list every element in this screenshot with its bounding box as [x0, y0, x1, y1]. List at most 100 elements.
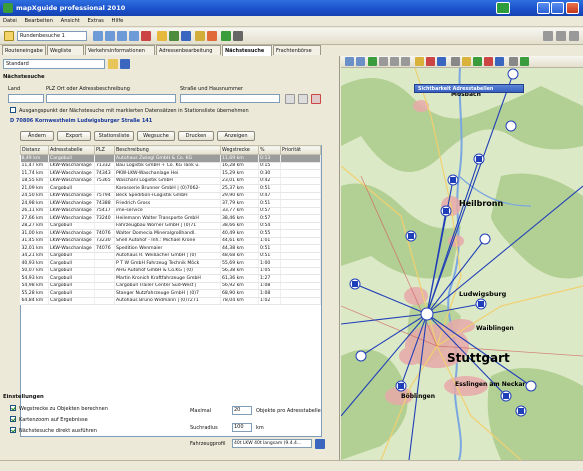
map-extra-icon[interactable] [520, 57, 529, 66]
column-header[interactable]: Priorität [280, 145, 321, 155]
map-zoom-checkbox[interactable] [10, 416, 16, 422]
minimize-button[interactable] [537, 2, 550, 14]
table-row[interactable]: 54,98 km Cargobull Cargobull Trailer Cente… [20, 282, 321, 290]
save-icon[interactable] [181, 31, 191, 41]
close-button[interactable] [566, 2, 579, 14]
table-row[interactable]: 31,45 km LKW-Waschanlage 73230 Shell Autoho… [20, 237, 321, 245]
delete-icon[interactable] [141, 31, 151, 41]
map-marker[interactable] [507, 68, 519, 80]
refresh-map-icon[interactable] [368, 57, 377, 66]
table-row[interactable]: 50,07 km Cargobull AHG Autohof GmbH & Co.K… [20, 267, 321, 275]
map-canvas[interactable]: Mosbach Heilbronn Ludwigsburg Waiblingen… [341, 56, 583, 460]
zoom-in-icon[interactable] [345, 57, 354, 66]
gps-icon[interactable] [221, 31, 231, 41]
table-row[interactable]: 40,93 km Cargobull P T W GmbH Fahrzeug Tec… [20, 259, 321, 268]
open-icon[interactable] [4, 31, 14, 41]
table-row[interactable]: 11,47 km LKW-Waschanlage 71332 Bau Logistik… [20, 162, 321, 170]
menu-extras[interactable]: Extras [84, 16, 106, 26]
direct-search-checkbox[interactable] [10, 427, 16, 433]
traffic-icon[interactable] [473, 57, 482, 66]
table-row[interactable]: 24,50 km LKW-Waschanlage 75794 Beck Spediti… [20, 192, 321, 200]
tab-frachtenboerse[interactable]: Frachtenbörse [273, 45, 321, 55]
table-row[interactable]: 28,27 km Cargobull Fahrzeugbau Wörner GmbH… [20, 222, 321, 230]
nav-last-icon[interactable] [556, 31, 566, 41]
truck-icon[interactable] [315, 439, 325, 449]
table-row[interactable]: 21,09 km Cargobull Karosserie Brunner GmbH… [20, 184, 321, 193]
plz-input[interactable] [46, 94, 176, 103]
help-icon[interactable] [233, 31, 243, 41]
settings-icon[interactable] [207, 31, 217, 41]
drucken-button[interactable]: Drucken [178, 131, 214, 141]
online-status-icon[interactable] [496, 2, 510, 14]
menu-bearbeiten[interactable]: Bearbeiten [22, 16, 57, 26]
last-icon[interactable] [129, 31, 139, 41]
route-combo[interactable]: Rundenbesuche 1 [17, 31, 87, 41]
measure-icon[interactable] [415, 57, 424, 66]
table-row[interactable]: 31,00 km LKW-Waschanlage 74076 Walter Domec… [20, 229, 321, 238]
toolbar-more-icon[interactable] [569, 31, 579, 41]
first-icon[interactable] [117, 31, 127, 41]
export-button[interactable]: Export [57, 131, 91, 141]
visibility-panel-title[interactable]: Sichtbarkeit Adresstabellen [414, 84, 524, 93]
wegsuche-button[interactable]: Wegsuche [137, 131, 175, 141]
clear-icon[interactable] [311, 94, 321, 104]
street-input[interactable] [180, 94, 280, 103]
zoom-out-icon[interactable] [356, 57, 365, 66]
profile-combo[interactable]: Standard [3, 59, 105, 69]
nav-first-icon[interactable] [543, 31, 553, 41]
calc-icon[interactable] [169, 31, 179, 41]
column-header[interactable]: % [258, 145, 281, 155]
poi-icon[interactable] [462, 57, 471, 66]
map-delete-icon[interactable] [426, 57, 435, 66]
calc-distance-checkbox[interactable] [10, 405, 16, 411]
tab-naechstesuche[interactable]: Nächstesuche [222, 45, 272, 56]
info-icon[interactable] [495, 57, 504, 66]
menu-hilfe[interactable]: Hilfe [109, 16, 127, 26]
anzeigen-button[interactable]: Anzeigen [217, 131, 255, 141]
tool-icon[interactable] [195, 31, 205, 41]
table-row[interactable]: 8,49 km Cargobull Autohaus Zwiegl GmbH & C… [20, 154, 321, 163]
table-row[interactable]: 32,01 km LKW-Waschanlage 74076 Spedition We… [20, 244, 321, 253]
table-row[interactable]: 27,66 km LKW-Waschanlage 73240 Heilemann Wa… [20, 214, 321, 223]
binoculars-icon[interactable] [298, 94, 308, 104]
map-back-icon[interactable] [390, 57, 399, 66]
column-header[interactable]: Wegstrecke [220, 145, 259, 155]
table-row[interactable]: 54,93 km Cargobull Martin Kronich Kraftfah… [20, 274, 321, 283]
menu-datei[interactable]: Datei [0, 16, 20, 26]
column-header[interactable]: PLZ [94, 145, 115, 155]
tab-adressenbearbeitung[interactable]: Adressenbearbeitung [156, 45, 221, 55]
column-header[interactable]: Beschreibung [114, 145, 221, 155]
menu-ansicht[interactable]: Ansicht [58, 16, 83, 26]
table-row[interactable]: 34,21 km Cargobull Autohaus R. Weißacher G… [20, 252, 321, 260]
map-forward-icon[interactable] [401, 57, 410, 66]
profile-options-icon[interactable] [120, 59, 130, 69]
maximize-button[interactable] [551, 2, 564, 14]
table-row[interactable]: 55,28 km Cargobull Stanger Nutzfahrzeuge G… [20, 289, 321, 298]
print-map-icon[interactable] [451, 57, 460, 66]
table-row[interactable]: 26,11 km LKW-Waschanlage 75417 ime-service 3… [20, 207, 321, 215]
table-row[interactable]: 24,98 km LKW-Waschanlage 74388 Friedrich Gr… [20, 199, 321, 208]
table-row[interactable]: 64,84 km Cargobull Autohaus Bruno Widmann … [20, 297, 321, 305]
table-row[interactable]: 18,55 km LKW-Waschanlage 75365 Waschanl Log… [20, 177, 321, 185]
pan-icon[interactable] [379, 57, 388, 66]
search-icon[interactable] [285, 94, 295, 104]
tab-routeneingabe[interactable]: Routeneingabe [2, 45, 46, 55]
map-view[interactable]: Mosbach Heilbronn Ludwigsburg Waiblingen… [341, 56, 583, 460]
forward-icon[interactable] [105, 31, 115, 41]
back-icon[interactable] [93, 31, 103, 41]
tab-verkehrsinformationen[interactable]: Verkehrsinformationen [85, 45, 155, 55]
vehicle-profile-select[interactable]: 40t LKW 40t langsam (9.4.4... [232, 439, 312, 448]
stationsliste-button[interactable]: Stationsliste [94, 131, 134, 141]
map-settings-icon[interactable] [509, 57, 518, 66]
edit-profile-icon[interactable] [108, 59, 118, 69]
column-header[interactable]: Adresstabelle [48, 145, 95, 155]
column-header[interactable]: Distanz [20, 145, 49, 155]
layer-icon[interactable] [437, 57, 446, 66]
take-over-checkbox[interactable] [10, 107, 16, 113]
tab-wegliste[interactable]: Wegliste [47, 45, 84, 55]
table-row[interactable]: 11,74 km LKW-Waschanlage 74343 PKW-LKW-Wasc… [20, 169, 321, 178]
land-select[interactable] [8, 94, 44, 103]
max-input[interactable]: 20 [232, 406, 252, 415]
folder-icon[interactable] [157, 31, 167, 41]
aendern-button[interactable]: Ändern [20, 131, 54, 141]
